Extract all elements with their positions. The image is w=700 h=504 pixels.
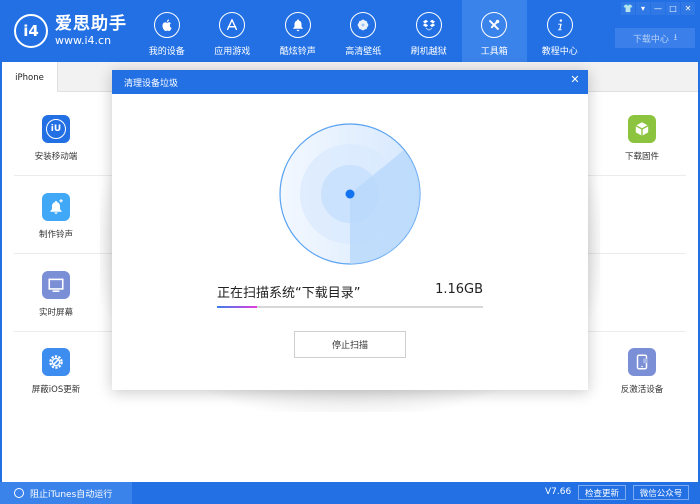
tab-iphone[interactable]: iPhone: [2, 62, 58, 93]
tablet-icon: [628, 348, 656, 376]
tool-realtime-screen[interactable]: 实时屏幕: [16, 271, 96, 318]
dropbox-icon: [415, 12, 442, 38]
tool-make-ringtone[interactable]: 制作铃声: [16, 193, 96, 240]
statusbar: 阻止iTunes自动运行 V7.66 检查更新 微信公众号: [0, 482, 700, 504]
scan-progress-bar: [217, 306, 483, 308]
scan-progress-fill: [217, 306, 257, 308]
nav-apps-games[interactable]: 应用游戏: [200, 0, 266, 62]
scan-radar: [279, 123, 421, 265]
skin-icon[interactable]: 👕: [621, 2, 635, 15]
menu-icon[interactable]: ▾: [636, 2, 650, 15]
dialog-header: 清理设备垃圾 ✕: [112, 70, 588, 94]
nav-toolbox[interactable]: 工具箱: [461, 0, 527, 62]
main-nav: 我的设备 应用游戏 酷炫铃声 高清壁纸 刷机越狱 工具箱 教程中心: [134, 0, 593, 62]
apple-icon: [153, 12, 180, 38]
download-icon: ⭳: [673, 33, 678, 43]
version-label: V7.66: [545, 487, 572, 497]
window-controls: 👕 ▾ — □ ✕: [620, 2, 695, 15]
check-update-button[interactable]: 检查更新: [578, 485, 626, 500]
maximize-icon[interactable]: □: [666, 2, 680, 15]
tool-deactivate-device[interactable]: 反激活设备: [602, 348, 682, 395]
nav-my-device[interactable]: 我的设备: [134, 0, 200, 62]
minimize-icon[interactable]: —: [651, 2, 665, 15]
tool-download-firmware[interactable]: 下载固件: [602, 115, 682, 162]
header: i4 爱思助手 www.i4.cn 我的设备 应用游戏 酷炫铃声 高清壁纸 刷机…: [0, 0, 700, 62]
info-icon: [546, 12, 573, 38]
monitor-icon: [42, 271, 70, 299]
app-store-icon: [219, 12, 246, 38]
block-itunes-autorun-toggle[interactable]: 阻止iTunes自动运行: [0, 482, 132, 504]
tool-install-mobile[interactable]: iU 安装移动端: [16, 115, 96, 162]
app-logo: i4 爱思助手 www.i4.cn: [14, 14, 127, 48]
scan-status-text: 正在扫描系统“下载目录”: [217, 286, 361, 301]
dialog-title: 清理设备垃圾: [124, 79, 179, 89]
i4-logo-icon: i4: [14, 14, 48, 48]
tool-block-ios-update[interactable]: 屏蔽iOS更新: [16, 348, 96, 395]
download-center-button[interactable]: 下载中心 ⭳: [615, 28, 695, 48]
scan-size-text: 1.16GB: [435, 282, 483, 297]
nav-ringtones[interactable]: 酷炫铃声: [265, 0, 331, 62]
app-url: www.i4.cn: [55, 34, 112, 47]
nav-wallpapers[interactable]: 高清壁纸: [331, 0, 397, 62]
flower-icon: [350, 12, 377, 38]
app-title: 爱思助手: [55, 14, 127, 34]
nav-flash-jailbreak[interactable]: 刷机越狱: [396, 0, 462, 62]
cube-icon: [628, 115, 656, 143]
close-icon[interactable]: ✕: [568, 72, 582, 86]
wechat-button[interactable]: 微信公众号: [633, 485, 689, 500]
bell-icon: [284, 12, 311, 38]
tools-icon: [481, 12, 508, 38]
close-icon[interactable]: ✕: [681, 2, 695, 15]
stop-scan-button[interactable]: 停止扫描: [294, 331, 406, 358]
nav-tutorials[interactable]: 教程中心: [527, 0, 593, 62]
radar-center-dot: [345, 189, 355, 199]
gear-block-icon: [42, 348, 70, 376]
radio-icon: [14, 488, 24, 498]
i4-app-icon: iU: [42, 115, 70, 143]
clean-junk-dialog: 清理设备垃圾 ✕ 正在扫描系统“下载目录” 1.16GB 停止扫描: [112, 70, 588, 390]
bell-plus-icon: [42, 193, 70, 221]
